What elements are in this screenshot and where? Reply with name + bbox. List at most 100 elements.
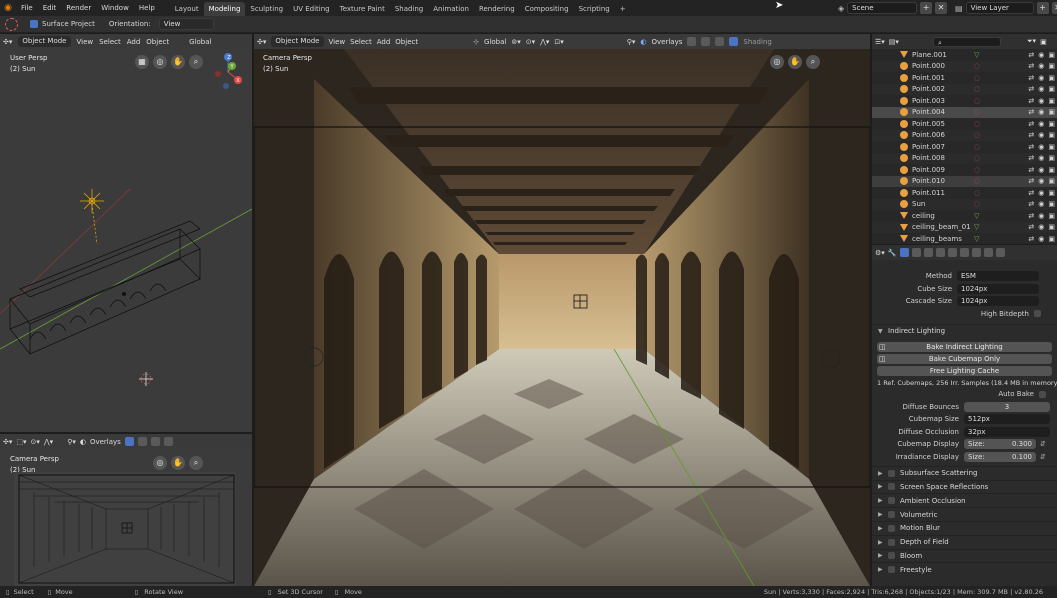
visibility-eye-icon[interactable]: ◉ — [1038, 51, 1044, 59]
main-viewport[interactable]: ✣▾ Object Mode View Select Add Object ⊹ … — [254, 34, 870, 586]
outliner-item[interactable]: Point.009 ◌ ⇄ ◉ ▣ — [872, 164, 1057, 176]
select-toggle-icon[interactable]: ⇄ — [1028, 120, 1034, 128]
tab-particles-icon[interactable] — [983, 248, 993, 257]
tab-compositing[interactable]: Compositing — [520, 2, 574, 16]
left-menu-add[interactable]: Add — [127, 38, 141, 46]
select-toggle-icon[interactable]: ⇄ — [1028, 154, 1034, 162]
render-camera-icon[interactable]: ▣ — [1048, 177, 1055, 185]
light-data-icon[interactable]: ◌ — [974, 85, 980, 93]
outliner-item[interactable]: Point.010 ◌ ⇄ ◉ ▣ — [872, 175, 1057, 187]
visibility-eye-icon[interactable]: ◉ — [1038, 177, 1044, 185]
irradiance-display-eye-icon[interactable]: ⇵ — [1040, 453, 1046, 461]
render-panel-header[interactable]: ▶ Screen Space Reflections — [872, 479, 1057, 494]
main-pan-hand-icon[interactable]: ✋ — [788, 55, 802, 69]
cubemap-display-eye-icon[interactable]: ⇵ — [1040, 440, 1046, 448]
bake-cubemap-button[interactable]: ◫ Bake Cubemap Only — [877, 353, 1052, 364]
render-camera-icon[interactable]: ▣ — [1048, 108, 1055, 116]
perspective-toggle-icon[interactable]: ▦ — [135, 55, 149, 69]
outliner-item[interactable]: Point.005 ◌ ⇄ ◉ ▣ — [872, 118, 1057, 130]
menu-help[interactable]: Help — [134, 0, 160, 16]
tab-scene-icon[interactable] — [935, 248, 945, 257]
cam-snap-icon[interactable]: ⊙▾ — [31, 438, 40, 446]
outliner-search-input[interactable]: ⌕ — [932, 36, 1001, 47]
light-data-icon[interactable]: ◌ — [974, 74, 980, 82]
outliner-item[interactable]: Point.003 ◌ ⇄ ◉ ▣ — [872, 95, 1057, 107]
outliner-item[interactable]: Point.004 ◌ ⇄ ◉ ▣ — [872, 106, 1057, 118]
select-toggle-icon[interactable]: ⇄ — [1028, 85, 1034, 93]
left-transform-dropdown[interactable]: Global — [189, 38, 211, 46]
tab-modifier-icon[interactable] — [971, 248, 981, 257]
tab-sculpting[interactable]: Sculpting — [245, 2, 288, 16]
properties-editor-type-icon[interactable]: ⚙▾ — [875, 249, 885, 257]
outliner-display-mode-icon[interactable]: ▤▾ — [889, 38, 899, 46]
cam-falloff-icon[interactable]: ⋀▾ — [44, 438, 53, 446]
tab-scripting[interactable]: Scripting — [574, 2, 615, 16]
cam-shading-rendered-icon[interactable] — [163, 437, 173, 446]
render-camera-icon[interactable]: ▣ — [1048, 120, 1055, 128]
main-shading-wire-icon[interactable] — [701, 37, 711, 46]
render-panel-header[interactable]: ▶ Motion Blur — [872, 520, 1057, 535]
main-editor-type-icon[interactable]: ✣▾ — [257, 38, 266, 46]
visibility-eye-icon[interactable]: ◉ — [1038, 131, 1044, 139]
menu-edit[interactable]: Edit — [38, 0, 62, 16]
select-toggle-icon[interactable]: ⇄ — [1028, 189, 1034, 197]
left-menu-view[interactable]: View — [77, 38, 94, 46]
light-data-icon[interactable]: ◌ — [974, 97, 980, 105]
auto-bake-checkbox[interactable] — [1039, 390, 1046, 398]
main-shading-rendered-icon[interactable] — [729, 37, 739, 46]
outliner-editor-type-icon[interactable]: ☰▾ — [875, 38, 885, 46]
navigation-gizmo[interactable]: Z X Y — [208, 52, 248, 92]
view-layer-field[interactable]: View Layer — [965, 2, 1034, 14]
panel-enable-checkbox[interactable] — [888, 483, 895, 491]
select-toggle-icon[interactable]: ⇄ — [1028, 51, 1034, 59]
delete-scene-button[interactable]: ✕ — [935, 2, 948, 14]
outliner-item[interactable]: Point.001 ◌ ⇄ ◉ ▣ — [872, 72, 1057, 84]
select-toggle-icon[interactable]: ⇄ — [1028, 223, 1034, 231]
render-camera-icon[interactable]: ▣ — [1048, 143, 1055, 151]
mesh-data-icon[interactable]: ▽ — [974, 212, 979, 220]
render-panel-header[interactable]: ▶ Freestyle — [872, 562, 1057, 576]
editor-type-icon[interactable]: ✣▾ — [3, 38, 12, 46]
light-data-icon[interactable]: ◌ — [974, 120, 980, 128]
render-camera-icon[interactable]: ▣ — [1048, 166, 1055, 174]
main-zoom-icon[interactable]: ⌕ — [806, 55, 820, 69]
cam-gizmo-icon[interactable]: ⚲▾ — [67, 438, 76, 446]
visibility-eye-icon[interactable]: ◉ — [1038, 200, 1044, 208]
render-camera-icon[interactable]: ▣ — [1048, 85, 1055, 93]
main-menu-add[interactable]: Add — [377, 38, 391, 46]
light-data-icon[interactable]: ◌ — [974, 143, 980, 151]
outliner-item[interactable]: Point.008 ◌ ⇄ ◉ ▣ — [872, 152, 1057, 164]
render-panel-header[interactable]: ▶ Volumetric — [872, 507, 1057, 521]
cam-shading-material-icon[interactable] — [150, 437, 160, 446]
select-toggle-icon[interactable]: ⇄ — [1028, 166, 1034, 174]
render-camera-icon[interactable]: ▣ — [1048, 200, 1055, 208]
visibility-eye-icon[interactable]: ◉ — [1038, 212, 1044, 220]
outliner-item[interactable]: Point.000 ◌ ⇄ ◉ ▣ — [872, 60, 1057, 72]
outliner-item[interactable]: Sun ◌ ⇄ ◉ ▣ — [872, 198, 1057, 210]
main-mode-dropdown[interactable]: Object Mode — [271, 36, 324, 47]
render-panel-header[interactable]: ▶ Bloom — [872, 548, 1057, 563]
tab-physics-icon[interactable] — [995, 248, 1005, 257]
tab-object-icon[interactable] — [959, 248, 969, 257]
main-shading-solid-icon[interactable] — [715, 37, 725, 46]
tab-layout[interactable]: Layout — [170, 2, 204, 16]
light-data-icon[interactable]: ◌ — [974, 108, 980, 116]
light-data-icon[interactable]: ◌ — [974, 177, 980, 185]
left-menu-object[interactable]: Object — [146, 38, 169, 46]
panel-enable-checkbox[interactable] — [888, 497, 895, 505]
tab-animation[interactable]: Animation — [428, 2, 474, 16]
mesh-data-icon[interactable]: ▽ — [974, 51, 979, 59]
visibility-eye-icon[interactable]: ◉ — [1038, 85, 1044, 93]
pan-hand-icon[interactable]: ✋ — [171, 55, 185, 69]
main-camera-view-icon[interactable]: ◎ — [770, 55, 784, 69]
diffuse-bounces-field[interactable]: 3 — [964, 401, 1050, 412]
camera-view-icon[interactable]: ◎ — [153, 55, 167, 69]
bake-indirect-button[interactable]: ◫ Bake Indirect Lighting — [877, 341, 1052, 352]
indirect-lighting-panel-header[interactable]: ▼ Indirect Lighting — [872, 324, 1057, 338]
menu-window[interactable]: Window — [96, 0, 134, 16]
light-data-icon[interactable]: ◌ — [974, 189, 980, 197]
render-panel-header[interactable]: ▶ Depth of Field — [872, 534, 1057, 549]
free-lighting-cache-button[interactable]: Free Lighting Cache — [877, 365, 1052, 376]
main-xray-icon[interactable] — [687, 37, 697, 46]
outliner-item[interactable]: Point.006 ◌ ⇄ ◉ ▣ — [872, 129, 1057, 141]
